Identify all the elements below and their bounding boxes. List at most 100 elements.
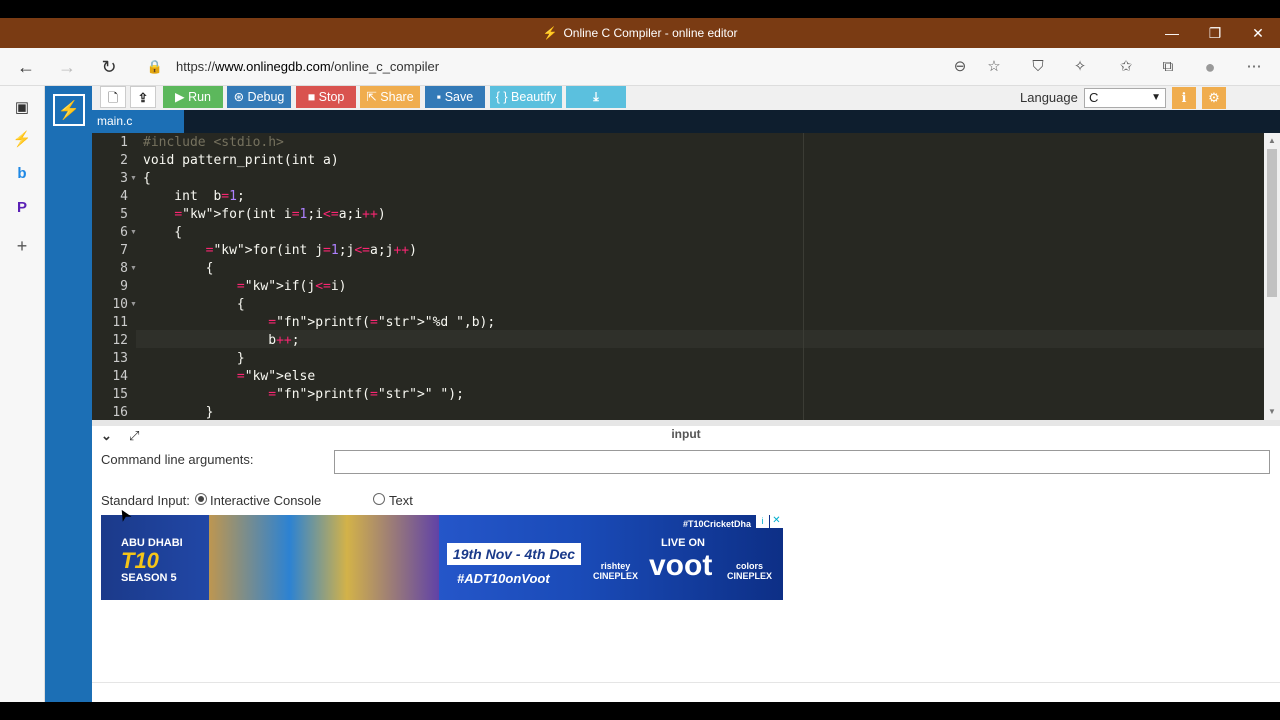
- line-number: 6: [120, 225, 128, 240]
- line-number: 3: [120, 171, 128, 186]
- ad-season: SEASON 5: [121, 572, 177, 584]
- gear-icon[interactable]: ⚙: [1202, 87, 1226, 109]
- language-select[interactable]: C ▼: [1084, 88, 1166, 108]
- app-p-icon[interactable]: P: [12, 198, 32, 218]
- save-label: Save: [444, 90, 474, 104]
- favorites-icon[interactable]: ✩: [1116, 57, 1136, 77]
- line-number: 5: [120, 207, 128, 222]
- interactive-console-label[interactable]: Interactive Console: [210, 493, 321, 508]
- minimize-button[interactable]: —: [1150, 18, 1194, 48]
- beautify-button[interactable]: { } Beautify: [490, 86, 562, 108]
- code-editor[interactable]: 1 2 3 4 5 6 7 8 9 10 11 12 13 14 15 16 ▼…: [92, 133, 1280, 420]
- url-host: www.onlinegdb.com: [215, 59, 331, 74]
- debug-button[interactable]: ⊛ Debug: [227, 86, 291, 108]
- code-line: ="kw">else: [236, 369, 316, 384]
- scroll-down-icon[interactable]: ▼: [1264, 407, 1280, 416]
- code-line: ="kw">for(int j=1;j<=a;j++): [205, 243, 417, 258]
- line-number: 12: [112, 333, 128, 348]
- language-label: Language: [1020, 90, 1078, 105]
- save-button[interactable]: ▪ Save: [425, 86, 485, 108]
- shield-icon[interactable]: ⛉: [1028, 57, 1048, 77]
- add-favorite-icon[interactable]: ☆: [984, 57, 1004, 77]
- code-line: int b=1;: [143, 189, 245, 204]
- lock-icon[interactable]: 🔒: [145, 57, 165, 77]
- input-panel: ⌄ ⤢ input Command line arguments: Standa…: [92, 426, 1280, 702]
- command-line-arguments-input[interactable]: [334, 450, 1270, 474]
- download-icon[interactable]: ⤓: [566, 86, 626, 108]
- text-input-radio[interactable]: [373, 493, 385, 505]
- tab-actions-icon[interactable]: ▣: [12, 98, 32, 118]
- onlinegdb-tab-icon[interactable]: ⚡: [12, 130, 32, 150]
- ad-hashtag: #ADT10onVoot: [457, 571, 550, 586]
- divider: [92, 682, 1280, 683]
- onlinegdb-logo-icon[interactable]: ⚡: [53, 94, 85, 126]
- interactive-console-radio[interactable]: [195, 493, 207, 505]
- new-file-icon[interactable]: 🗋: [100, 86, 126, 108]
- line-number-gutter: 1 2 3 4 5 6 7 8 9 10 11 12 13 14 15 16 ▼…: [92, 133, 137, 420]
- ad-close-icon[interactable]: ✕: [770, 515, 783, 528]
- restore-button[interactable]: ❐: [1193, 18, 1237, 48]
- line-number: 9: [120, 279, 128, 294]
- stop-button[interactable]: ■ Stop: [296, 86, 356, 108]
- upload-icon[interactable]: ⇪: [130, 86, 156, 108]
- info-icon[interactable]: ℹ: [1172, 87, 1196, 109]
- window-title: ⚡ Online C Compiler - online editor: [0, 18, 1280, 48]
- code-line: void pattern_print(int a): [143, 153, 339, 168]
- scroll-up-icon[interactable]: ▲: [1264, 136, 1280, 145]
- url-path: /online_c_compiler: [330, 59, 440, 74]
- play-icon: ▶: [174, 90, 189, 104]
- more-menu-icon[interactable]: ⋯: [1244, 57, 1264, 77]
- zoom-out-icon[interactable]: ⊖: [950, 57, 970, 77]
- fold-arrow-icon[interactable]: ▼: [130, 170, 137, 188]
- line-number: 16: [112, 405, 128, 420]
- fold-arrow-icon[interactable]: ▼: [130, 260, 137, 278]
- ad-colors: colors: [736, 561, 764, 571]
- profile-avatar-icon[interactable]: ●: [1200, 57, 1220, 77]
- file-tab-main-c[interactable]: main.c: [92, 110, 184, 133]
- fold-arrow-icon[interactable]: ▼: [130, 296, 137, 314]
- code-line: {: [143, 225, 183, 240]
- code-line: #include <stdio.h>: [143, 135, 284, 150]
- line-number: 10: [112, 297, 128, 312]
- ad-t10-logo: ABU DHABI T10 SEASON 5: [121, 537, 183, 585]
- stop-label: Stop: [318, 90, 345, 104]
- text-input-label[interactable]: Text: [389, 493, 413, 508]
- standard-input-label: Standard Input:: [101, 493, 190, 508]
- input-panel-title: input: [671, 427, 701, 441]
- run-button[interactable]: ▶ Run: [163, 86, 223, 108]
- line-number: 13: [112, 351, 128, 366]
- add-sidebar-app-icon[interactable]: +: [12, 236, 32, 256]
- code-line: ="kw">if(j<=i): [236, 279, 347, 294]
- line-number: 11: [112, 315, 128, 330]
- line-number: 15: [112, 387, 128, 402]
- ad-cineplex: CINEPLEX: [593, 571, 639, 581]
- code-line: ="fn">printf(="str">" ");: [268, 387, 464, 402]
- address-bar[interactable]: https://www.onlinegdb.com/online_c_compi…: [176, 48, 439, 86]
- file-tab-strip: main.c: [92, 110, 1280, 133]
- collections-icon[interactable]: ⧉: [1158, 57, 1178, 77]
- input-panel-header: ⌄ ⤢ input: [92, 426, 1280, 446]
- share-button[interactable]: ⇱ Share: [360, 86, 420, 108]
- ad-players-image: [209, 515, 439, 600]
- bing-icon[interactable]: b: [12, 164, 32, 184]
- ad-colors-cineplex-logo: colors CINEPLEX: [727, 561, 772, 581]
- editor-scrollbar[interactable]: ▲ ▼: [1264, 133, 1280, 420]
- code-line: {: [143, 261, 214, 276]
- ad-dates: 19th Nov - 4th Dec: [447, 543, 581, 565]
- back-icon[interactable]: ←: [14, 55, 38, 79]
- extensions-icon[interactable]: ✧: [1070, 57, 1090, 77]
- ad-cineplex: CINEPLEX: [727, 571, 773, 581]
- scrollbar-thumb[interactable]: [1267, 149, 1277, 297]
- refresh-icon[interactable]: ↻: [97, 55, 121, 79]
- fold-arrow-icon[interactable]: ▼: [130, 224, 137, 242]
- print-margin: [803, 133, 804, 420]
- close-window-button[interactable]: ✕: [1236, 18, 1280, 48]
- forward-icon[interactable]: →: [55, 55, 79, 79]
- advertisement-banner[interactable]: ABU DHABI T10 SEASON 5 19th Nov - 4th De…: [101, 515, 783, 600]
- code-line: ="fn">printf(="str">"%d ",b);: [268, 315, 496, 330]
- ad-voot-logo: voot: [649, 549, 713, 582]
- ad-info-icon[interactable]: i: [756, 515, 769, 528]
- line-number: 2: [120, 153, 128, 168]
- browser-sidebar: ▣ ⚡ b P +: [0, 86, 45, 702]
- run-label: Run: [188, 90, 212, 104]
